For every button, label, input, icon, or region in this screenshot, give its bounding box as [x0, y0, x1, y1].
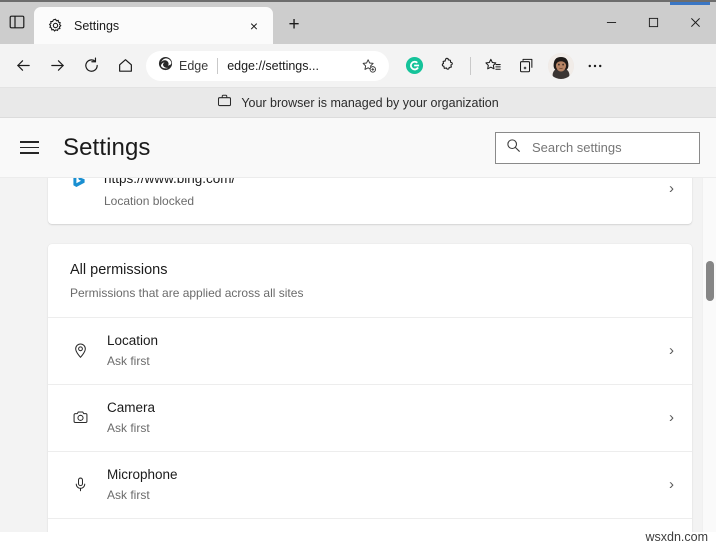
search-settings-box[interactable] [495, 132, 700, 164]
permission-row-location[interactable]: Location Ask first › [48, 317, 692, 384]
search-input[interactable] [532, 140, 689, 155]
edge-brand-label: Edge [179, 59, 208, 73]
window-top-accent [670, 2, 710, 5]
back-icon[interactable] [6, 49, 40, 83]
managed-browser-banner: Your browser is managed by your organiza… [0, 88, 716, 118]
toolbar-extras [397, 49, 612, 83]
permission-label: Camera [107, 400, 661, 415]
permission-value: Ask first [107, 488, 661, 502]
permission-value: Ask first [107, 354, 661, 368]
settings-and-more-icon[interactable] [578, 49, 612, 83]
favorites-icon[interactable] [476, 49, 510, 83]
permission-row-microphone[interactable]: Microphone Ask first › [48, 451, 692, 518]
bing-favicon [70, 178, 87, 188]
grammarly-extension-icon[interactable] [397, 49, 431, 83]
content-scrollbar[interactable] [702, 178, 716, 532]
camera-icon [70, 409, 90, 426]
permission-info: Microphone Ask first [107, 467, 661, 502]
watermark: wsxdn.com [645, 530, 708, 544]
browser-tab-settings[interactable]: Settings × [34, 7, 273, 44]
close-tab-icon[interactable]: × [243, 15, 265, 37]
permission-info: Camera Ask first [107, 400, 661, 435]
managed-banner-text: Your browser is managed by your organiza… [241, 96, 498, 110]
settings-header: Settings [0, 118, 716, 178]
browser-window: Settings × + [0, 0, 716, 547]
profile-avatar[interactable] [548, 53, 574, 79]
new-tab-button[interactable]: + [279, 10, 309, 40]
site-info: https://www.bing.com/ Location blocked [104, 178, 661, 208]
site-row-bing[interactable]: https://www.bing.com/ Location blocked › [48, 178, 692, 224]
edge-brand: Edge [158, 56, 208, 76]
permission-info: Location Ask first [107, 333, 661, 368]
forward-icon[interactable] [40, 49, 74, 83]
add-favorite-star-icon[interactable] [359, 58, 379, 74]
all-permissions-header: All permissions Permissions that are app… [48, 244, 692, 317]
permission-value: Ask first [107, 421, 661, 435]
address-bar[interactable]: Edge edge://settings... [146, 51, 389, 81]
toolbar-separator [470, 57, 471, 75]
hamburger-menu-icon[interactable] [20, 135, 46, 161]
briefcase-icon [217, 93, 232, 113]
tab-actions-icon[interactable] [0, 0, 34, 44]
all-permissions-card: All permissions Permissions that are app… [48, 244, 692, 532]
minimize-button[interactable] [590, 0, 632, 44]
window-controls [590, 0, 716, 44]
tab-title: Settings [74, 19, 243, 33]
microphone-icon [70, 476, 90, 493]
permission-row-next-partial[interactable] [48, 518, 692, 532]
permission-label: Microphone [107, 467, 661, 482]
all-permissions-title: All permissions [70, 262, 670, 278]
edge-logo-icon [158, 56, 173, 76]
omnibox-divider [217, 58, 218, 74]
search-icon [506, 138, 521, 158]
all-permissions-subtitle: Permissions that are applied across all … [70, 286, 670, 300]
title-bar: Settings × + [0, 0, 716, 44]
extensions-puzzle-icon[interactable] [431, 49, 465, 83]
chevron-right-icon[interactable]: › [661, 476, 674, 493]
card-gap [48, 224, 692, 244]
location-pin-icon [70, 342, 90, 359]
home-icon[interactable] [108, 49, 142, 83]
collections-icon[interactable] [510, 49, 544, 83]
maximize-button[interactable] [632, 0, 674, 44]
chevron-right-icon[interactable]: › [661, 180, 674, 197]
permission-row-camera[interactable]: Camera Ask first › [48, 384, 692, 451]
permission-label: Location [107, 333, 661, 348]
chevron-right-icon[interactable]: › [661, 409, 674, 426]
browser-toolbar: Edge edge://settings... [0, 44, 716, 88]
close-window-button[interactable] [674, 0, 716, 44]
page-title: Settings [63, 134, 151, 162]
site-permission-card: https://www.bing.com/ Location blocked › [48, 178, 692, 224]
settings-content: https://www.bing.com/ Location blocked ›… [0, 178, 716, 532]
address-bar-url[interactable]: edge://settings... [227, 59, 359, 73]
refresh-icon[interactable] [74, 49, 108, 83]
chevron-right-icon[interactable]: › [661, 342, 674, 359]
site-url: https://www.bing.com/ [104, 178, 661, 188]
site-status: Location blocked [104, 194, 661, 208]
content-inner: https://www.bing.com/ Location blocked ›… [0, 178, 716, 532]
gear-icon [46, 17, 64, 35]
scrollbar-thumb[interactable] [706, 261, 714, 301]
